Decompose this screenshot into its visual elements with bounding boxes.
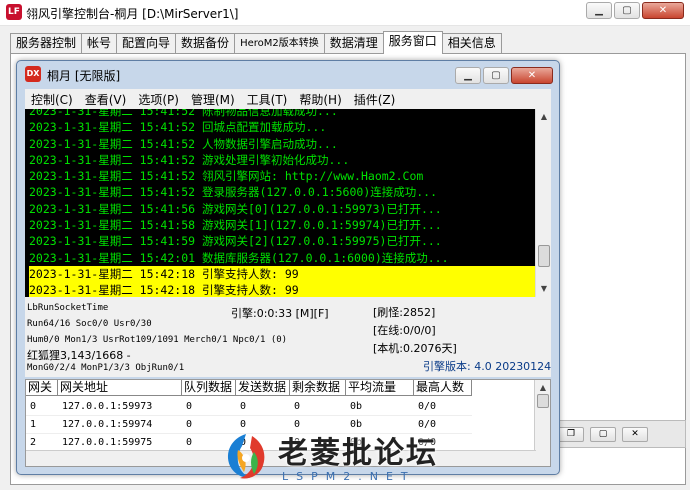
tab-data-cleanup[interactable]: 数据清理 bbox=[323, 33, 384, 53]
tab-herom2-convert[interactable]: HeroM2版本转换 bbox=[234, 33, 325, 53]
col-avg-flow[interactable]: 平均流量 bbox=[346, 380, 414, 396]
tab-account[interactable]: 帐号 bbox=[81, 33, 118, 53]
scroll-thumb[interactable] bbox=[538, 245, 550, 267]
log-line: 2023-1-31-星期二 15:42:01 数据库服务器(127.0.0.1:… bbox=[29, 250, 449, 265]
m2server-title: 桐月 [无限版] bbox=[47, 69, 121, 83]
forum-watermark: 老菱批论坛 LSPM2.NET bbox=[218, 426, 478, 488]
engine-runtime: 引擎:0:0:33 [M][F] bbox=[231, 307, 329, 320]
tab-server-control[interactable]: 服务器控制 bbox=[10, 33, 83, 53]
inner-close-button[interactable]: ✕ bbox=[511, 67, 553, 84]
inner-minimize-button[interactable]: ▁ bbox=[455, 67, 481, 84]
cell-address: 127.0.0.1:59973 bbox=[58, 398, 182, 416]
m2server-window: DX 桐月 [无限版] ▁ ▢ ✕ 控制(C) 查看(V) 选项(P) 管理(M… bbox=[16, 60, 560, 475]
log-line: 2023-1-31-星期二 15:41:52 翎风引擎网站: http://ww… bbox=[29, 169, 424, 184]
log-line-highlight: 2023-1-31-星期二 15:42:18 引擎支持人数: 99 bbox=[29, 282, 535, 297]
cell-sent: 0 bbox=[236, 398, 290, 416]
mon-info: MonG0/2/4 MonP1/3/3 ObjRun0/1 bbox=[27, 363, 185, 373]
main-window-titlebar[interactable]: LF 翎风引擎控制台-桐月 [D:\MirServer1\] ▁ ▢ ✕ bbox=[0, 0, 690, 26]
log-line: 2023-1-31-星期二 15:41:52 登录服务器(127.0.0.1:5… bbox=[29, 185, 438, 200]
log-line: 2023-1-31-星期二 15:41:52 游戏处理引擎初始化成功... bbox=[29, 152, 350, 167]
menu-plugins[interactable]: 插件(Z) bbox=[348, 91, 402, 108]
main-tabs: 服务器控制 帐号 配置向导 数据备份 HeroM2版本转换 数据清理 服务窗口 … bbox=[10, 31, 502, 54]
log-lines: 2023-1-31-星期二 15:41:52 陈制物品信息加载成功... 202… bbox=[29, 109, 535, 297]
window-controls: ▁ ▢ ✕ bbox=[586, 2, 684, 19]
watermark-subtext: LSPM2.NET bbox=[282, 470, 416, 483]
m2server-titlebar[interactable]: DX 桐月 [无限版] ▁ ▢ ✕ bbox=[17, 61, 559, 87]
app-logo-icon: LF bbox=[6, 4, 22, 20]
table-scrollbar[interactable]: ▲ bbox=[534, 380, 550, 466]
close-icon[interactable]: ✕ bbox=[622, 427, 648, 442]
table-row[interactable]: 0 127.0.0.1:59973 0 0 0 0b 0/0 bbox=[26, 398, 472, 416]
online-count: [在线:0/0/0] bbox=[373, 324, 436, 337]
menu-view[interactable]: 查看(V) bbox=[79, 91, 133, 108]
inner-maximize-button[interactable]: ▢ bbox=[483, 67, 509, 84]
refresh-monster: [刷怪:2852] bbox=[373, 306, 436, 319]
table-scroll-up-icon[interactable]: ▲ bbox=[536, 381, 550, 395]
tab-config-wizard[interactable]: 配置向导 bbox=[116, 33, 177, 53]
cell-gateway: 1 bbox=[26, 416, 58, 434]
cell-gateway: 0 bbox=[26, 398, 58, 416]
menu-bar: 控制(C) 查看(V) 选项(P) 管理(M) 工具(T) 帮助(H) 插件(Z… bbox=[25, 89, 551, 109]
tab-service-window[interactable]: 服务窗口 bbox=[382, 31, 443, 54]
log-line: 2023-1-31-星期二 15:41:58 游戏网关[1](127.0.0.1… bbox=[29, 218, 442, 233]
col-gateway[interactable]: 网关 bbox=[26, 380, 58, 396]
gateway-table-header: 网关 网关地址 队列数据 发送数据 剩余数据 平均流量 最高人数 bbox=[26, 380, 472, 396]
cell-address: 127.0.0.1:59974 bbox=[58, 416, 182, 434]
menu-manage[interactable]: 管理(M) bbox=[185, 91, 241, 108]
col-queue[interactable]: 队列数据 bbox=[182, 380, 236, 396]
menu-options[interactable]: 选项(P) bbox=[132, 91, 185, 108]
log-line-highlight: 2023-1-31-星期二 15:42:18 引擎支持人数: 99 bbox=[29, 265, 535, 283]
log-line: 2023-1-31-星期二 15:41:56 游戏网关[0](127.0.0.1… bbox=[29, 201, 442, 216]
engine-version: 引擎版本: 4.0 20230124 bbox=[423, 360, 552, 373]
run-info: Run64/16 Soc0/0 Usr0/30 bbox=[27, 319, 152, 329]
scroll-down-icon[interactable]: ▼ bbox=[537, 282, 551, 296]
col-address[interactable]: 网关地址 bbox=[58, 380, 182, 396]
run-socket-label: LbRunSocketTime bbox=[27, 303, 109, 313]
minimize-button[interactable]: ▁ bbox=[586, 2, 612, 19]
log-console[interactable]: 2023-1-31-星期二 15:41:52 陈制物品信息加载成功... 202… bbox=[25, 109, 551, 297]
maximize-icon[interactable]: ▢ bbox=[590, 427, 616, 442]
menu-help[interactable]: 帮助(H) bbox=[293, 91, 347, 108]
maximize-button[interactable]: ▢ bbox=[614, 2, 640, 19]
scroll-up-icon[interactable]: ▲ bbox=[537, 110, 551, 124]
local-uptime: [本机:0.2076天] bbox=[373, 342, 457, 355]
cell-max-users: 0/0 bbox=[414, 398, 472, 416]
red-fox-info: 红狐狸3,143/1668 - bbox=[27, 349, 131, 362]
log-line: 2023-1-31-星期二 15:41:52 回城点配置加载成功... bbox=[29, 120, 327, 135]
log-line: 2023-1-31-星期二 15:41:52 人物数据引擎启动成功... bbox=[29, 136, 338, 151]
window-title: 翎风引擎控制台-桐月 [D:\MirServer1\] bbox=[26, 7, 239, 21]
col-max-users[interactable]: 最高人数 bbox=[414, 380, 472, 396]
inner-window-controls: ▁ ▢ ✕ bbox=[455, 67, 553, 84]
watermark-text: 老菱批论坛 bbox=[278, 436, 438, 471]
tab-data-backup[interactable]: 数据备份 bbox=[175, 33, 236, 53]
cell-avg-flow: 0b bbox=[346, 398, 414, 416]
dx-logo-icon: DX bbox=[25, 66, 41, 82]
hum-info: Hum0/0 Mon1/3 UsrRot109/1091 Merch0/1 Np… bbox=[27, 335, 288, 345]
col-remaining[interactable]: 剩余数据 bbox=[290, 380, 346, 396]
tab-related-info[interactable]: 相关信息 bbox=[441, 33, 502, 53]
log-line: 2023-1-31-星期二 15:41:52 陈制物品信息加载成功... bbox=[29, 109, 338, 118]
cell-queue: 0 bbox=[182, 398, 236, 416]
menu-control[interactable]: 控制(C) bbox=[25, 91, 79, 108]
log-line: 2023-1-31-星期二 15:41:59 游戏网关[2](127.0.0.1… bbox=[29, 234, 442, 249]
close-button[interactable]: ✕ bbox=[642, 2, 684, 19]
menu-tools[interactable]: 工具(T) bbox=[241, 91, 294, 108]
cell-remaining: 0 bbox=[290, 398, 346, 416]
forum-logo-icon bbox=[227, 434, 265, 479]
status-panel: LbRunSocketTime Run64/16 Soc0/0 Usr0/30 … bbox=[25, 297, 551, 377]
table-scroll-thumb[interactable] bbox=[537, 394, 549, 408]
col-sent[interactable]: 发送数据 bbox=[236, 380, 290, 396]
restore-icon[interactable]: ❐ bbox=[558, 427, 584, 442]
log-scrollbar[interactable]: ▲ ▼ bbox=[535, 109, 551, 297]
